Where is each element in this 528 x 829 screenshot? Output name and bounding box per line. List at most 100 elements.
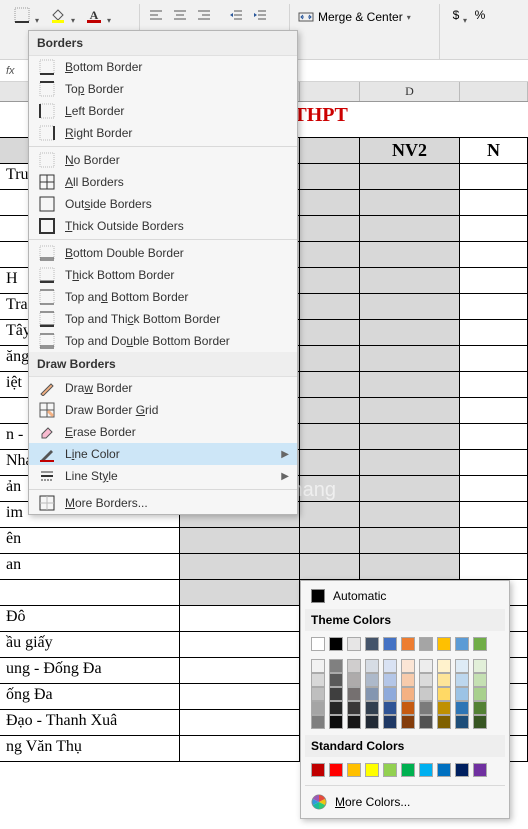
- automatic-color[interactable]: Automatic: [305, 585, 505, 607]
- color-swatch[interactable]: [311, 687, 325, 701]
- color-swatch[interactable]: [383, 687, 397, 701]
- color-swatch[interactable]: [311, 659, 325, 673]
- color-swatch[interactable]: [329, 687, 343, 701]
- color-swatch[interactable]: [437, 715, 451, 729]
- color-swatch[interactable]: [347, 637, 361, 651]
- color-swatch[interactable]: [311, 701, 325, 715]
- col-d-header[interactable]: D: [360, 82, 460, 101]
- color-swatch[interactable]: [473, 763, 487, 777]
- menu-item-none[interactable]: No Border: [29, 149, 297, 171]
- color-swatch[interactable]: [455, 687, 469, 701]
- color-swatch[interactable]: [437, 659, 451, 673]
- color-swatch[interactable]: [383, 701, 397, 715]
- menu-item-erase[interactable]: Erase Border: [29, 421, 297, 443]
- currency-button[interactable]: $▾: [444, 4, 468, 26]
- color-swatch[interactable]: [455, 659, 469, 673]
- decrease-indent-button[interactable]: [224, 4, 248, 26]
- align-center-button[interactable]: [168, 4, 192, 26]
- merge-center-button[interactable]: Merge & Center ▾: [294, 6, 415, 28]
- color-swatch[interactable]: [437, 637, 451, 651]
- color-swatch[interactable]: [455, 701, 469, 715]
- color-swatch[interactable]: [437, 763, 451, 777]
- color-swatch[interactable]: [347, 659, 361, 673]
- color-swatch[interactable]: [419, 763, 433, 777]
- color-swatch[interactable]: [473, 637, 487, 651]
- color-swatch[interactable]: [383, 715, 397, 729]
- menu-item-thickbot[interactable]: Thick Bottom Border: [29, 264, 297, 286]
- font-color-button[interactable]: A ▾: [76, 4, 112, 26]
- color-swatch[interactable]: [437, 701, 451, 715]
- color-swatch[interactable]: [383, 763, 397, 777]
- color-swatch[interactable]: [419, 659, 433, 673]
- color-swatch[interactable]: [473, 701, 487, 715]
- color-swatch[interactable]: [365, 637, 379, 651]
- color-swatch[interactable]: [419, 673, 433, 687]
- menu-item-grid[interactable]: Draw Border Grid: [29, 399, 297, 421]
- color-swatch[interactable]: [473, 687, 487, 701]
- color-swatch[interactable]: [401, 763, 415, 777]
- menu-item-right[interactable]: Right Border: [29, 122, 297, 144]
- color-swatch[interactable]: [347, 673, 361, 687]
- color-swatch[interactable]: [401, 659, 415, 673]
- color-swatch[interactable]: [401, 701, 415, 715]
- increase-indent-button[interactable]: [248, 4, 272, 26]
- color-swatch[interactable]: [329, 659, 343, 673]
- menu-item-top[interactable]: Top Border: [29, 78, 297, 100]
- color-swatch[interactable]: [365, 687, 379, 701]
- color-swatch[interactable]: [329, 715, 343, 729]
- menu-item-topbot[interactable]: Top and Bottom Border: [29, 286, 297, 308]
- color-swatch[interactable]: [347, 763, 361, 777]
- menu-item-more[interactable]: More Borders...: [29, 492, 297, 514]
- color-swatch[interactable]: [311, 637, 325, 651]
- color-swatch[interactable]: [419, 637, 433, 651]
- color-swatch[interactable]: [401, 673, 415, 687]
- color-swatch[interactable]: [347, 687, 361, 701]
- align-right-button[interactable]: [192, 4, 216, 26]
- more-colors[interactable]: More Colors...: [305, 790, 505, 814]
- color-swatch[interactable]: [365, 659, 379, 673]
- color-swatch[interactable]: [365, 763, 379, 777]
- menu-item-color[interactable]: Line Color▶: [29, 443, 297, 465]
- color-swatch[interactable]: [437, 687, 451, 701]
- color-swatch[interactable]: [455, 673, 469, 687]
- color-swatch[interactable]: [419, 701, 433, 715]
- menu-item-topthick[interactable]: Top and Thick Bottom Border: [29, 308, 297, 330]
- color-swatch[interactable]: [473, 659, 487, 673]
- color-swatch[interactable]: [311, 763, 325, 777]
- menu-item-dblbot[interactable]: Bottom Double Border: [29, 242, 297, 264]
- align-left-button[interactable]: [144, 4, 168, 26]
- color-swatch[interactable]: [365, 673, 379, 687]
- table-row[interactable]: an: [0, 554, 528, 580]
- color-swatch[interactable]: [401, 715, 415, 729]
- color-swatch[interactable]: [473, 673, 487, 687]
- color-swatch[interactable]: [383, 673, 397, 687]
- menu-item-style[interactable]: Line Style▶: [29, 465, 297, 487]
- color-swatch[interactable]: [455, 763, 469, 777]
- fill-color-button[interactable]: ▾: [40, 4, 76, 26]
- color-swatch[interactable]: [419, 715, 433, 729]
- menu-item-outside[interactable]: Outside Borders: [29, 193, 297, 215]
- menu-item-thickout[interactable]: Thick Outside Borders: [29, 215, 297, 237]
- menu-item-left[interactable]: Left Border: [29, 100, 297, 122]
- menu-item-bottom[interactable]: Bottom Border: [29, 56, 297, 78]
- color-swatch[interactable]: [347, 715, 361, 729]
- menu-item-all[interactable]: All Borders: [29, 171, 297, 193]
- color-swatch[interactable]: [329, 763, 343, 777]
- color-swatch[interactable]: [329, 637, 343, 651]
- color-swatch[interactable]: [365, 715, 379, 729]
- color-swatch[interactable]: [311, 673, 325, 687]
- table-row[interactable]: ên: [0, 528, 528, 554]
- menu-item-draw[interactable]: Draw Border: [29, 377, 297, 399]
- border-button[interactable]: ▾: [4, 4, 40, 26]
- color-swatch[interactable]: [329, 701, 343, 715]
- menu-item-topdbl[interactable]: Top and Double Bottom Border: [29, 330, 297, 352]
- color-swatch[interactable]: [455, 715, 469, 729]
- color-swatch[interactable]: [365, 701, 379, 715]
- color-swatch[interactable]: [347, 701, 361, 715]
- color-swatch[interactable]: [311, 715, 325, 729]
- color-swatch[interactable]: [455, 637, 469, 651]
- color-swatch[interactable]: [383, 659, 397, 673]
- color-swatch[interactable]: [329, 673, 343, 687]
- color-swatch[interactable]: [419, 687, 433, 701]
- color-swatch[interactable]: [383, 637, 397, 651]
